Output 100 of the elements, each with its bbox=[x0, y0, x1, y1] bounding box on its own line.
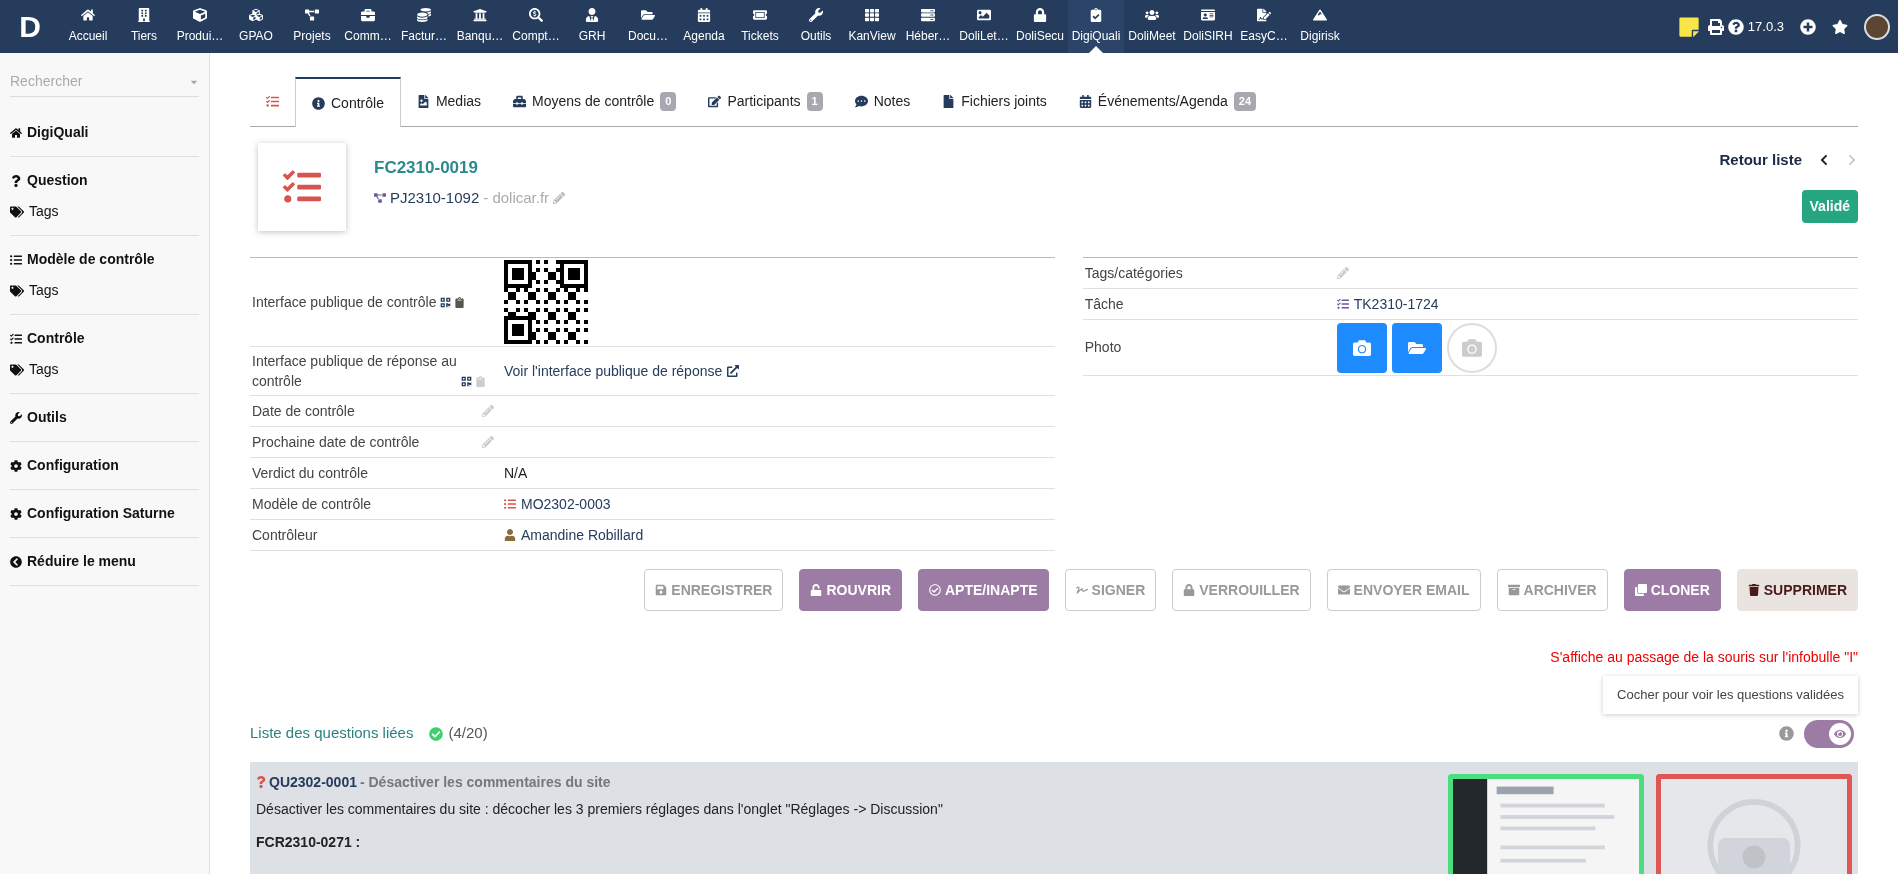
question-ref[interactable]: QU2302-0001 bbox=[269, 771, 357, 793]
button-icon bbox=[1507, 584, 1520, 596]
menu-item[interactable]: GRH bbox=[564, 0, 620, 53]
tags-icon bbox=[10, 204, 24, 219]
sidebar-subitem[interactable]: Tags bbox=[10, 280, 199, 301]
avatar-icon[interactable] bbox=[1864, 13, 1890, 40]
sidebar-item[interactable]: Contrôle bbox=[10, 328, 199, 349]
sidebar-item[interactable]: DigiQuali bbox=[10, 122, 199, 143]
menu-item[interactable]: Comm… bbox=[340, 0, 396, 53]
tab[interactable]: Moyens de contrôle 0 bbox=[497, 77, 693, 126]
print-icon[interactable] bbox=[1707, 18, 1724, 35]
tab-icon bbox=[513, 95, 527, 108]
sidebar-item-icon bbox=[10, 411, 22, 424]
menu-icon bbox=[473, 8, 487, 22]
back-to-list-link[interactable]: Retour liste bbox=[1719, 149, 1802, 172]
task-link[interactable]: TK2310-1724 bbox=[1353, 293, 1439, 315]
project-link[interactable]: PJ2310-1092 bbox=[390, 186, 480, 209]
app-logo[interactable]: D bbox=[0, 4, 60, 49]
tab[interactable]: Notes bbox=[838, 77, 927, 126]
camera-icon bbox=[1352, 338, 1371, 357]
bookmark-icon[interactable] bbox=[1832, 18, 1848, 35]
question-description: Désactiver les commentaires du site : décocher les 3 premiers réglages dans l'onglet "Réglages -> Discussion" bbox=[256, 799, 944, 819]
menu-icon bbox=[193, 8, 207, 22]
menu-item[interactable]: Accueil bbox=[60, 0, 116, 53]
qr-code-icon[interactable] bbox=[461, 376, 472, 387]
sidebar-item[interactable]: Outils bbox=[10, 407, 199, 428]
upload-photo-button[interactable] bbox=[1391, 322, 1442, 373]
sidebar-subitem[interactable]: Tags bbox=[10, 359, 199, 380]
model-link[interactable]: MO2302-0003 bbox=[521, 493, 611, 515]
menu-item[interactable]: DoliSecu bbox=[1012, 0, 1068, 53]
menu-icon bbox=[249, 8, 263, 22]
menu-icon bbox=[137, 8, 151, 22]
menu-item[interactable]: DoliMeet bbox=[1124, 0, 1180, 53]
tags-icon bbox=[10, 283, 24, 298]
menu-item[interactable]: DoliLet… bbox=[956, 0, 1012, 53]
sidebar-item-icon bbox=[10, 459, 22, 472]
button-icon bbox=[1075, 584, 1088, 596]
qr-code-icon[interactable] bbox=[440, 297, 452, 308]
clipboard-icon[interactable] bbox=[454, 297, 466, 308]
menu-item[interactable]: Outils bbox=[788, 0, 844, 53]
menu-item[interactable]: Projets bbox=[284, 0, 340, 53]
menu-item[interactable]: KanView bbox=[844, 0, 900, 53]
tab[interactable]: Contrôle bbox=[295, 77, 401, 127]
tab[interactable]: Fichiers joints bbox=[926, 77, 1063, 126]
menu-item[interactable]: Banqu… bbox=[452, 0, 508, 53]
sidebar-item-icon bbox=[10, 332, 22, 345]
action-button[interactable]: ROUVRIR bbox=[799, 569, 902, 611]
button-icon bbox=[1183, 584, 1196, 596]
sidebar-item[interactable]: Question bbox=[10, 170, 199, 191]
menu-item[interactable]: Agenda bbox=[676, 0, 732, 53]
action-button[interactable]: CLONER bbox=[1623, 569, 1721, 611]
menu-item[interactable]: Digirisk bbox=[1292, 0, 1348, 53]
status-badge: Validé bbox=[1801, 189, 1858, 223]
sticky-note-icon[interactable] bbox=[1677, 15, 1700, 38]
menu-item[interactable]: Héber… bbox=[900, 0, 956, 53]
take-photo-button[interactable] bbox=[1336, 322, 1387, 373]
menu-item[interactable]: Tiers bbox=[116, 0, 172, 53]
eye-icon bbox=[1834, 727, 1846, 740]
tab-icon bbox=[854, 95, 868, 108]
tab[interactable]: Participants 1 bbox=[692, 77, 839, 126]
count-badge: 1 bbox=[806, 92, 823, 111]
clipboard-icon[interactable] bbox=[475, 376, 486, 387]
edit-icon[interactable] bbox=[553, 191, 566, 204]
toggle-switch[interactable] bbox=[1804, 719, 1854, 748]
user-link[interactable]: Amandine Robillard bbox=[521, 524, 644, 546]
action-button[interactable]: APTE/INAPTE bbox=[918, 569, 1049, 611]
menu-icon bbox=[753, 8, 767, 22]
tab[interactable]: Medias bbox=[400, 77, 498, 126]
menu-icon bbox=[921, 8, 935, 22]
menu-item[interactable]: DoliSIRH bbox=[1180, 0, 1236, 53]
tags-icon bbox=[10, 362, 24, 377]
add-icon[interactable] bbox=[1800, 18, 1816, 35]
check-icon bbox=[429, 726, 444, 741]
menu-item[interactable]: GPAO bbox=[228, 0, 284, 53]
sidebar-item[interactable]: Modèle de contrôle bbox=[10, 249, 199, 270]
menu-icon bbox=[641, 8, 655, 22]
menu-item[interactable]: EasyC… bbox=[1236, 0, 1292, 53]
info-icon[interactable] bbox=[1779, 726, 1794, 741]
menu-item[interactable]: DigiQuali bbox=[1068, 0, 1124, 53]
sidebar-item[interactable]: Réduire le menu bbox=[10, 551, 199, 572]
menu-item[interactable]: Tickets bbox=[732, 0, 788, 53]
sidebar-item[interactable]: Configuration Saturne bbox=[10, 503, 199, 524]
sidebar-item[interactable]: Configuration bbox=[10, 455, 199, 476]
menu-item[interactable]: Compt… bbox=[508, 0, 564, 53]
help-icon[interactable] bbox=[1727, 18, 1744, 35]
menu-icon bbox=[1257, 8, 1271, 22]
field-label: Photo bbox=[1083, 338, 1123, 357]
tab[interactable]: Événements/Agenda 24 bbox=[1062, 77, 1273, 126]
action-button[interactable]: SUPPRIMER bbox=[1736, 569, 1858, 611]
sidebar-subitem[interactable]: Tags bbox=[10, 201, 199, 222]
menu-item[interactable]: Factur… bbox=[396, 0, 452, 53]
menu-item[interactable]: Docu… bbox=[620, 0, 676, 53]
menu-item[interactable]: Produi… bbox=[172, 0, 228, 53]
sidebar-item-icon bbox=[10, 174, 22, 187]
previous-icon[interactable] bbox=[1818, 154, 1830, 167]
tab-icon bbox=[942, 95, 956, 108]
tab-icon bbox=[312, 96, 325, 110]
public-answer-link[interactable]: Voir l'interface publique de réponse bbox=[504, 360, 723, 382]
menu-icon bbox=[529, 8, 543, 22]
tab-icon bbox=[416, 95, 430, 108]
